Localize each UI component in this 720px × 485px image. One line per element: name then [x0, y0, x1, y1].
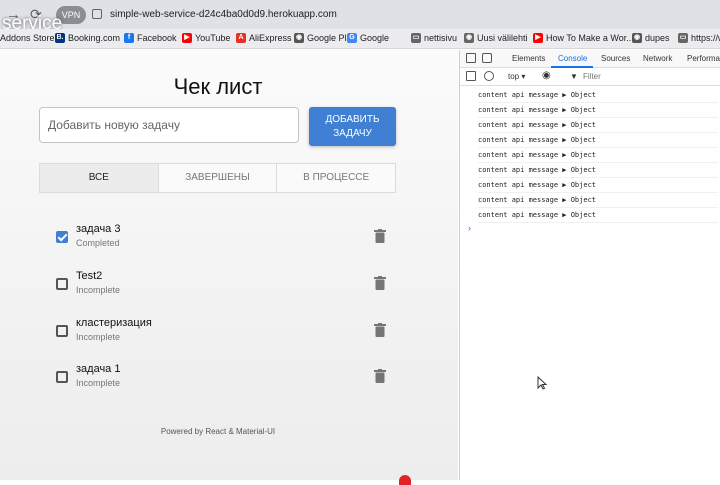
bookmark-favicon-icon: B. — [55, 33, 65, 43]
bookmark-favicon-icon: G — [347, 33, 357, 43]
tab-all[interactable]: ВСЕ — [40, 164, 159, 192]
devtools-panel: Elements Console Sources Network Perform… — [459, 50, 720, 480]
devtools-tab-network[interactable]: Network — [643, 54, 672, 63]
bookmark-item[interactable]: ▭ nettisivu — [411, 33, 457, 43]
filter-tabs: ВСЕ ЗАВЕРШЕНЫ В ПРОЦЕССЕ — [39, 163, 396, 193]
bookmark-label: dupes — [645, 33, 670, 43]
bookmark-item[interactable]: ▭https://w... — [678, 33, 720, 43]
devtools-tab-performance[interactable]: Performan — [687, 54, 720, 63]
bookmark-label: nettisivu — [424, 33, 458, 43]
devtools-tab-elements[interactable]: Elements — [512, 54, 545, 63]
bookmark-favicon-icon: ▶ — [182, 33, 192, 43]
mouse-cursor-icon — [537, 376, 547, 390]
console-prompt[interactable]: › — [468, 223, 471, 233]
bookmark-item[interactable]: ◉ dupes — [632, 33, 670, 43]
bookmark-favicon-icon: ▭ — [678, 33, 688, 43]
console-message[interactable]: content api message ▶ Object — [478, 88, 718, 103]
devtools-tab-bar: Elements Console Sources Network Perform… — [460, 50, 720, 68]
bookmark-item[interactable]: f Facebook — [124, 33, 177, 43]
bookmark-label: https://w... — [691, 33, 720, 43]
console-message[interactable]: content api message ▶ Object — [478, 103, 718, 118]
console-message[interactable]: content api message ▶ Object — [478, 133, 718, 148]
task-row: задача 3 Completed — [56, 223, 396, 259]
notification-dot — [399, 475, 411, 485]
tab-completed[interactable]: ЗАВЕРШЕНЫ — [159, 164, 278, 192]
task-status: Completed — [76, 238, 120, 248]
delete-trash-icon[interactable] — [374, 229, 386, 243]
app-pane: Чек лист ДОБАВИТЬ ЗАДАЧУ ВСЕ ЗАВЕРШЕНЫ В… — [0, 50, 458, 485]
console-message[interactable]: content api message ▶ Object — [478, 193, 718, 208]
bookmark-label: Booking.com — [68, 33, 121, 43]
bookmark-label: Facebook — [137, 33, 177, 43]
task-checkbox[interactable] — [56, 371, 68, 383]
console-message[interactable]: content api message ▶ Object — [478, 118, 718, 133]
eye-icon[interactable]: ◉ — [542, 70, 551, 81]
task-row: Test2 Incomplete — [56, 270, 396, 306]
bookmark-label: Addons Store — [0, 33, 55, 43]
bookmark-item[interactable]: ▶ YouTube — [182, 33, 230, 43]
delete-trash-icon[interactable] — [374, 323, 386, 337]
site-settings-icon[interactable] — [92, 9, 102, 19]
bookmark-item[interactable]: ◉ Uusi välilehti — [464, 33, 528, 43]
bookmark-label: Google — [360, 33, 390, 43]
bookmark-favicon-icon: ◉ — [294, 33, 304, 43]
task-checkbox[interactable] — [56, 278, 68, 290]
filter-icon[interactable]: ▼ — [570, 72, 578, 81]
footer-credit: Powered by React & Material-UI — [160, 427, 276, 436]
delete-trash-icon[interactable] — [374, 276, 386, 290]
task-row: кластеризация Incomplete — [56, 317, 396, 353]
task-name: кластеризация — [76, 317, 152, 329]
filter-input[interactable]: Filter — [583, 72, 601, 81]
bookmarks-bar: Addons Store B. Booking.com f Facebook ▶ YouTu… — [0, 29, 720, 49]
task-checkbox[interactable] — [56, 325, 68, 337]
sidebar-toggle-icon[interactable] — [466, 71, 476, 81]
clear-console-icon[interactable] — [484, 71, 494, 81]
bookmark-label: Uusi välilehti — [477, 33, 528, 43]
console-message[interactable]: content api message ▶ Object — [478, 178, 718, 193]
add-task-button-label: ДОБАВИТЬ ЗАДАЧУ — [325, 113, 380, 139]
task-checkbox[interactable] — [56, 231, 68, 243]
task-name: задача 1 — [76, 363, 121, 375]
console-toolbar: top ▾ ◉ ▼ Filter — [460, 68, 720, 86]
inspect-element-icon[interactable] — [466, 53, 476, 63]
console-message[interactable]: content api message ▶ Object — [478, 208, 718, 223]
bookmark-item[interactable]: Addons Store — [0, 33, 55, 43]
task-status: Incomplete — [76, 378, 121, 388]
task-status: Incomplete — [76, 332, 121, 342]
console-message[interactable]: content api message ▶ Object — [478, 163, 718, 178]
bookmark-item[interactable]: G Google — [347, 33, 389, 43]
bookmark-label: How To Make a Wor... — [546, 33, 634, 43]
add-task-button[interactable]: ДОБАВИТЬ ЗАДАЧУ — [309, 107, 396, 146]
task-name: Test2 — [76, 270, 103, 282]
device-toolbar-icon[interactable] — [482, 53, 492, 63]
bookmark-item[interactable]: B. Booking.com — [55, 33, 120, 43]
bookmark-item[interactable]: ▶ How To Make a Wor... — [533, 33, 634, 43]
address-bar-url[interactable]: simple-web-service-d24c4ba0d0d9.herokuap… — [110, 9, 337, 20]
bookmark-favicon-icon: ◉ — [464, 33, 474, 43]
bookmark-favicon-icon: f — [124, 33, 134, 43]
delete-trash-icon[interactable] — [374, 369, 386, 383]
bookmark-label: AliExpress — [249, 33, 292, 43]
bookmark-favicon-icon: ▶ — [533, 33, 543, 43]
context-selector[interactable]: top ▾ — [508, 72, 525, 81]
task-status: Incomplete — [76, 285, 121, 295]
tab-in-progress[interactable]: В ПРОЦЕССЕ — [277, 164, 395, 192]
page-title: Чек лист — [173, 74, 263, 99]
bookmark-item[interactable]: A AliExpress — [236, 33, 292, 43]
console-message[interactable]: content api message ▶ Object — [478, 148, 718, 163]
devtools-tab-console[interactable]: Console — [558, 54, 587, 63]
devtools-tab-sources[interactable]: Sources — [601, 54, 630, 63]
bookmark-label: YouTube — [195, 33, 231, 43]
bookmark-favicon-icon: ▭ — [411, 33, 421, 43]
task-row: задача 1 Incomplete — [56, 363, 396, 399]
new-task-input[interactable] — [39, 107, 299, 143]
bookmark-favicon-icon: A — [236, 33, 246, 43]
bookmark-favicon-icon: ◉ — [632, 33, 642, 43]
task-name: задача 3 — [76, 223, 121, 235]
browser-toolbar: → ⟳ VPN simple-web-service-d24c4ba0d0d9.… — [0, 0, 720, 34]
